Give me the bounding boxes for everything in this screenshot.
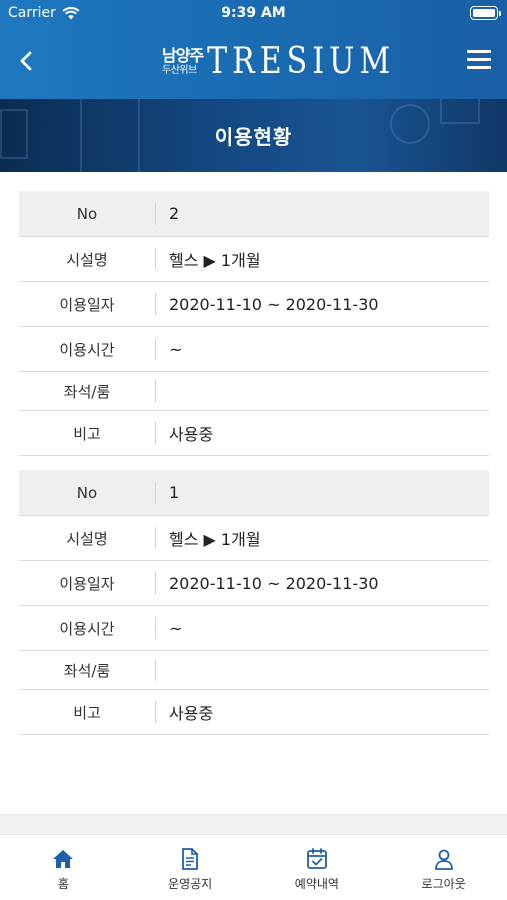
row-label: 이용시간 bbox=[59, 619, 115, 638]
record-row-seat: 좌석/룸 bbox=[19, 372, 489, 411]
usage-content: No 2 시설명 헬스 ▶ 1개월 이용일자 2020-11-10 ~ 2020… bbox=[0, 172, 507, 814]
status-bar: Carrier 9:39 AM bbox=[0, 0, 507, 26]
nav-bar: 남양주 두산위브 TRESIUM bbox=[0, 26, 507, 99]
row-label: 비고 bbox=[73, 703, 101, 722]
record-row-facility: 시설명 헬스 ▶ 1개월 bbox=[19, 516, 489, 561]
tab-logout[interactable]: 로그아웃 bbox=[380, 835, 507, 900]
tab-label: 홈 bbox=[57, 877, 69, 891]
tab-label: 예약내역 bbox=[294, 877, 339, 891]
status-time: 9:39 AM bbox=[221, 5, 286, 21]
menu-line bbox=[467, 50, 491, 53]
row-value: 사용중 bbox=[169, 425, 214, 444]
tab-notice[interactable]: 운영공지 bbox=[127, 835, 254, 900]
record-row-date: 이용일자 2020-11-10 ~ 2020-11-30 bbox=[19, 561, 489, 606]
record-row-date: 이용일자 2020-11-10 ~ 2020-11-30 bbox=[19, 282, 489, 327]
menu-line bbox=[467, 66, 491, 69]
home-icon bbox=[53, 850, 74, 868]
record-row-note: 비고 사용중 bbox=[19, 690, 489, 735]
record-row-time: 이용시간 ~ bbox=[19, 606, 489, 651]
row-value: 사용중 bbox=[169, 704, 214, 723]
record-row-note: 비고 사용중 bbox=[19, 411, 489, 456]
tab-label: 운영공지 bbox=[168, 877, 213, 891]
logo-korean-line1: 남양주 bbox=[162, 45, 204, 65]
row-label: 시설명 bbox=[66, 529, 108, 548]
tab-home[interactable]: 홈 bbox=[0, 835, 127, 900]
hamburger-menu-button[interactable] bbox=[467, 50, 491, 72]
tab-reservations[interactable]: 예약내역 bbox=[254, 835, 381, 900]
row-value: 2020-11-10 ~ 2020-11-30 bbox=[169, 573, 379, 593]
record-row-time: 이용시간 ~ bbox=[19, 327, 489, 372]
record-row-no: No 1 bbox=[19, 470, 489, 516]
document-icon bbox=[182, 848, 199, 870]
row-value: 헬스 ▶ 1개월 bbox=[169, 530, 261, 549]
page-title: 이용현황 bbox=[214, 125, 293, 149]
row-value: ~ bbox=[169, 618, 183, 638]
row-label: 이용일자 bbox=[59, 574, 115, 593]
calendar-check-icon bbox=[306, 848, 327, 869]
user-icon bbox=[434, 849, 453, 870]
row-value: 1 bbox=[169, 483, 180, 502]
content-footer-gap bbox=[0, 814, 507, 834]
row-label: 이용시간 bbox=[59, 340, 115, 359]
logo-english: TRESIUM bbox=[207, 40, 396, 83]
page-banner: 이용현황 bbox=[0, 99, 507, 172]
row-label: No bbox=[76, 483, 98, 502]
brand-logo: 남양주 두산위브 TRESIUM bbox=[162, 41, 395, 83]
tab-label: 로그아웃 bbox=[421, 877, 466, 891]
logo-korean-line2: 두산위브 bbox=[162, 64, 197, 76]
record-row-no: No 2 bbox=[19, 191, 489, 237]
row-label: No bbox=[76, 204, 98, 223]
battery-icon bbox=[470, 6, 501, 20]
row-label: 비고 bbox=[73, 424, 101, 443]
usage-record: No 1 시설명 헬스 ▶ 1개월 이용일자 2020-11-10 ~ 2020… bbox=[19, 470, 489, 735]
row-value: 2 bbox=[169, 204, 180, 223]
row-label: 시설명 bbox=[66, 250, 108, 269]
usage-record: No 2 시설명 헬스 ▶ 1개월 이용일자 2020-11-10 ~ 2020… bbox=[19, 191, 489, 456]
record-row-facility: 시설명 헬스 ▶ 1개월 bbox=[19, 237, 489, 282]
record-row-seat: 좌석/룸 bbox=[19, 651, 489, 690]
bottom-tab-bar: 홈 운영공지 예약내역 로그아웃 bbox=[0, 834, 507, 900]
row-value: 헬스 ▶ 1개월 bbox=[169, 251, 261, 270]
back-button[interactable] bbox=[14, 48, 40, 74]
row-label: 이용일자 bbox=[59, 295, 115, 314]
row-value: ~ bbox=[169, 339, 183, 359]
app-header: Carrier 9:39 AM 남양주 두산위브 TRESIUM bbox=[0, 0, 507, 99]
menu-line bbox=[467, 58, 491, 61]
chevron-left-icon bbox=[20, 51, 32, 71]
row-divider bbox=[155, 659, 156, 681]
row-label: 좌석/룸 bbox=[63, 382, 111, 401]
row-label: 좌석/룸 bbox=[63, 661, 111, 680]
row-divider bbox=[155, 380, 156, 402]
row-value: 2020-11-10 ~ 2020-11-30 bbox=[169, 294, 379, 314]
